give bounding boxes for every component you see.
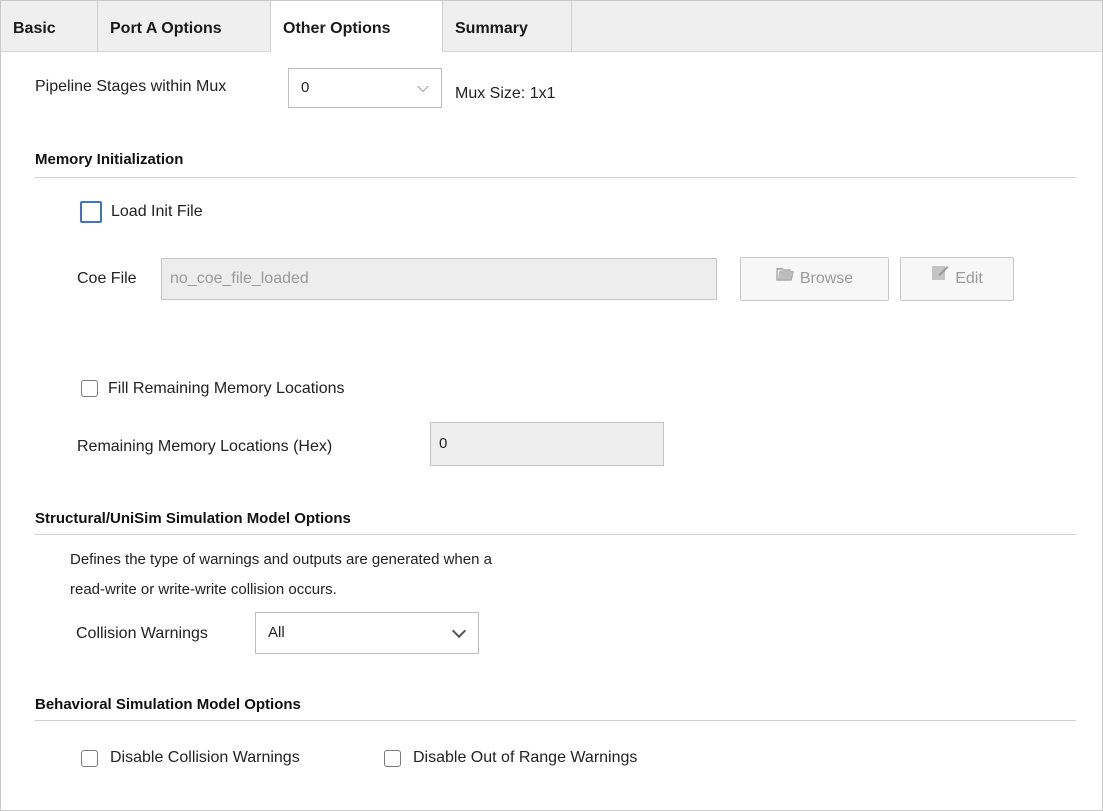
pipeline-stages-label: Pipeline Stages within Mux [35, 78, 227, 95]
collision-warnings-value: All [268, 624, 285, 641]
section-divider [35, 534, 1076, 535]
disable-collision-label: Disable Collision Warnings [110, 749, 300, 766]
edit-icon [931, 256, 949, 298]
browse-button-label: Browse [799, 270, 854, 288]
collision-warnings-label: Collision Warnings [76, 625, 208, 642]
pipeline-stages-value: 0 [301, 79, 310, 96]
structural-options-title: Structural/UniSim Simulation Model Optio… [35, 510, 351, 527]
chevron-down-icon [451, 623, 467, 639]
coe-file-label: Coe File [77, 270, 137, 287]
mux-size-label: Mux Size: 1x1 [455, 85, 556, 102]
tab-other-options[interactable]: Other Options [271, 1, 443, 52]
chevron-down-icon [417, 80, 429, 93]
tab-summary[interactable]: Summary [443, 1, 572, 51]
section-divider [35, 177, 1076, 178]
fill-remaining-checkbox[interactable] [81, 380, 98, 397]
tab-bar: Basic Port A Options Other Options Summa… [1, 1, 1102, 52]
memory-initialization-title: Memory Initialization [35, 151, 184, 168]
disable-out-of-range-checkbox[interactable] [384, 750, 401, 767]
other-options-panel: Basic Port A Options Other Options Summa… [0, 0, 1103, 811]
behavioral-options-title: Behavioral Simulation Model Options [35, 696, 301, 713]
section-divider [35, 720, 1076, 721]
disable-collision-checkbox[interactable] [81, 750, 98, 767]
edit-button-label: Edit [955, 270, 983, 288]
collision-warnings-select[interactable]: All [255, 612, 479, 654]
tab-basic[interactable]: Basic [1, 1, 98, 51]
pipeline-stages-select[interactable]: 0 [288, 68, 442, 108]
tab-port-a-options[interactable]: Port A Options [98, 1, 271, 51]
edit-button[interactable]: Edit [900, 257, 1014, 301]
collision-description-line1: Defines the type of warnings and outputs… [70, 551, 492, 568]
disable-out-of-range-label: Disable Out of Range Warnings [413, 749, 638, 766]
folder-icon [776, 256, 794, 298]
collision-description-line2: read-write or write-write collision occu… [70, 581, 337, 598]
load-init-file-label: Load Init File [111, 203, 203, 220]
browse-button[interactable]: Browse [740, 257, 889, 301]
fill-remaining-label: Fill Remaining Memory Locations [108, 380, 345, 397]
load-init-file-checkbox[interactable] [80, 201, 102, 223]
remaining-memory-label: Remaining Memory Locations (Hex) [77, 438, 333, 455]
coe-file-field: no_coe_file_loaded [161, 258, 717, 300]
remaining-memory-field[interactable]: 0 [430, 422, 664, 466]
